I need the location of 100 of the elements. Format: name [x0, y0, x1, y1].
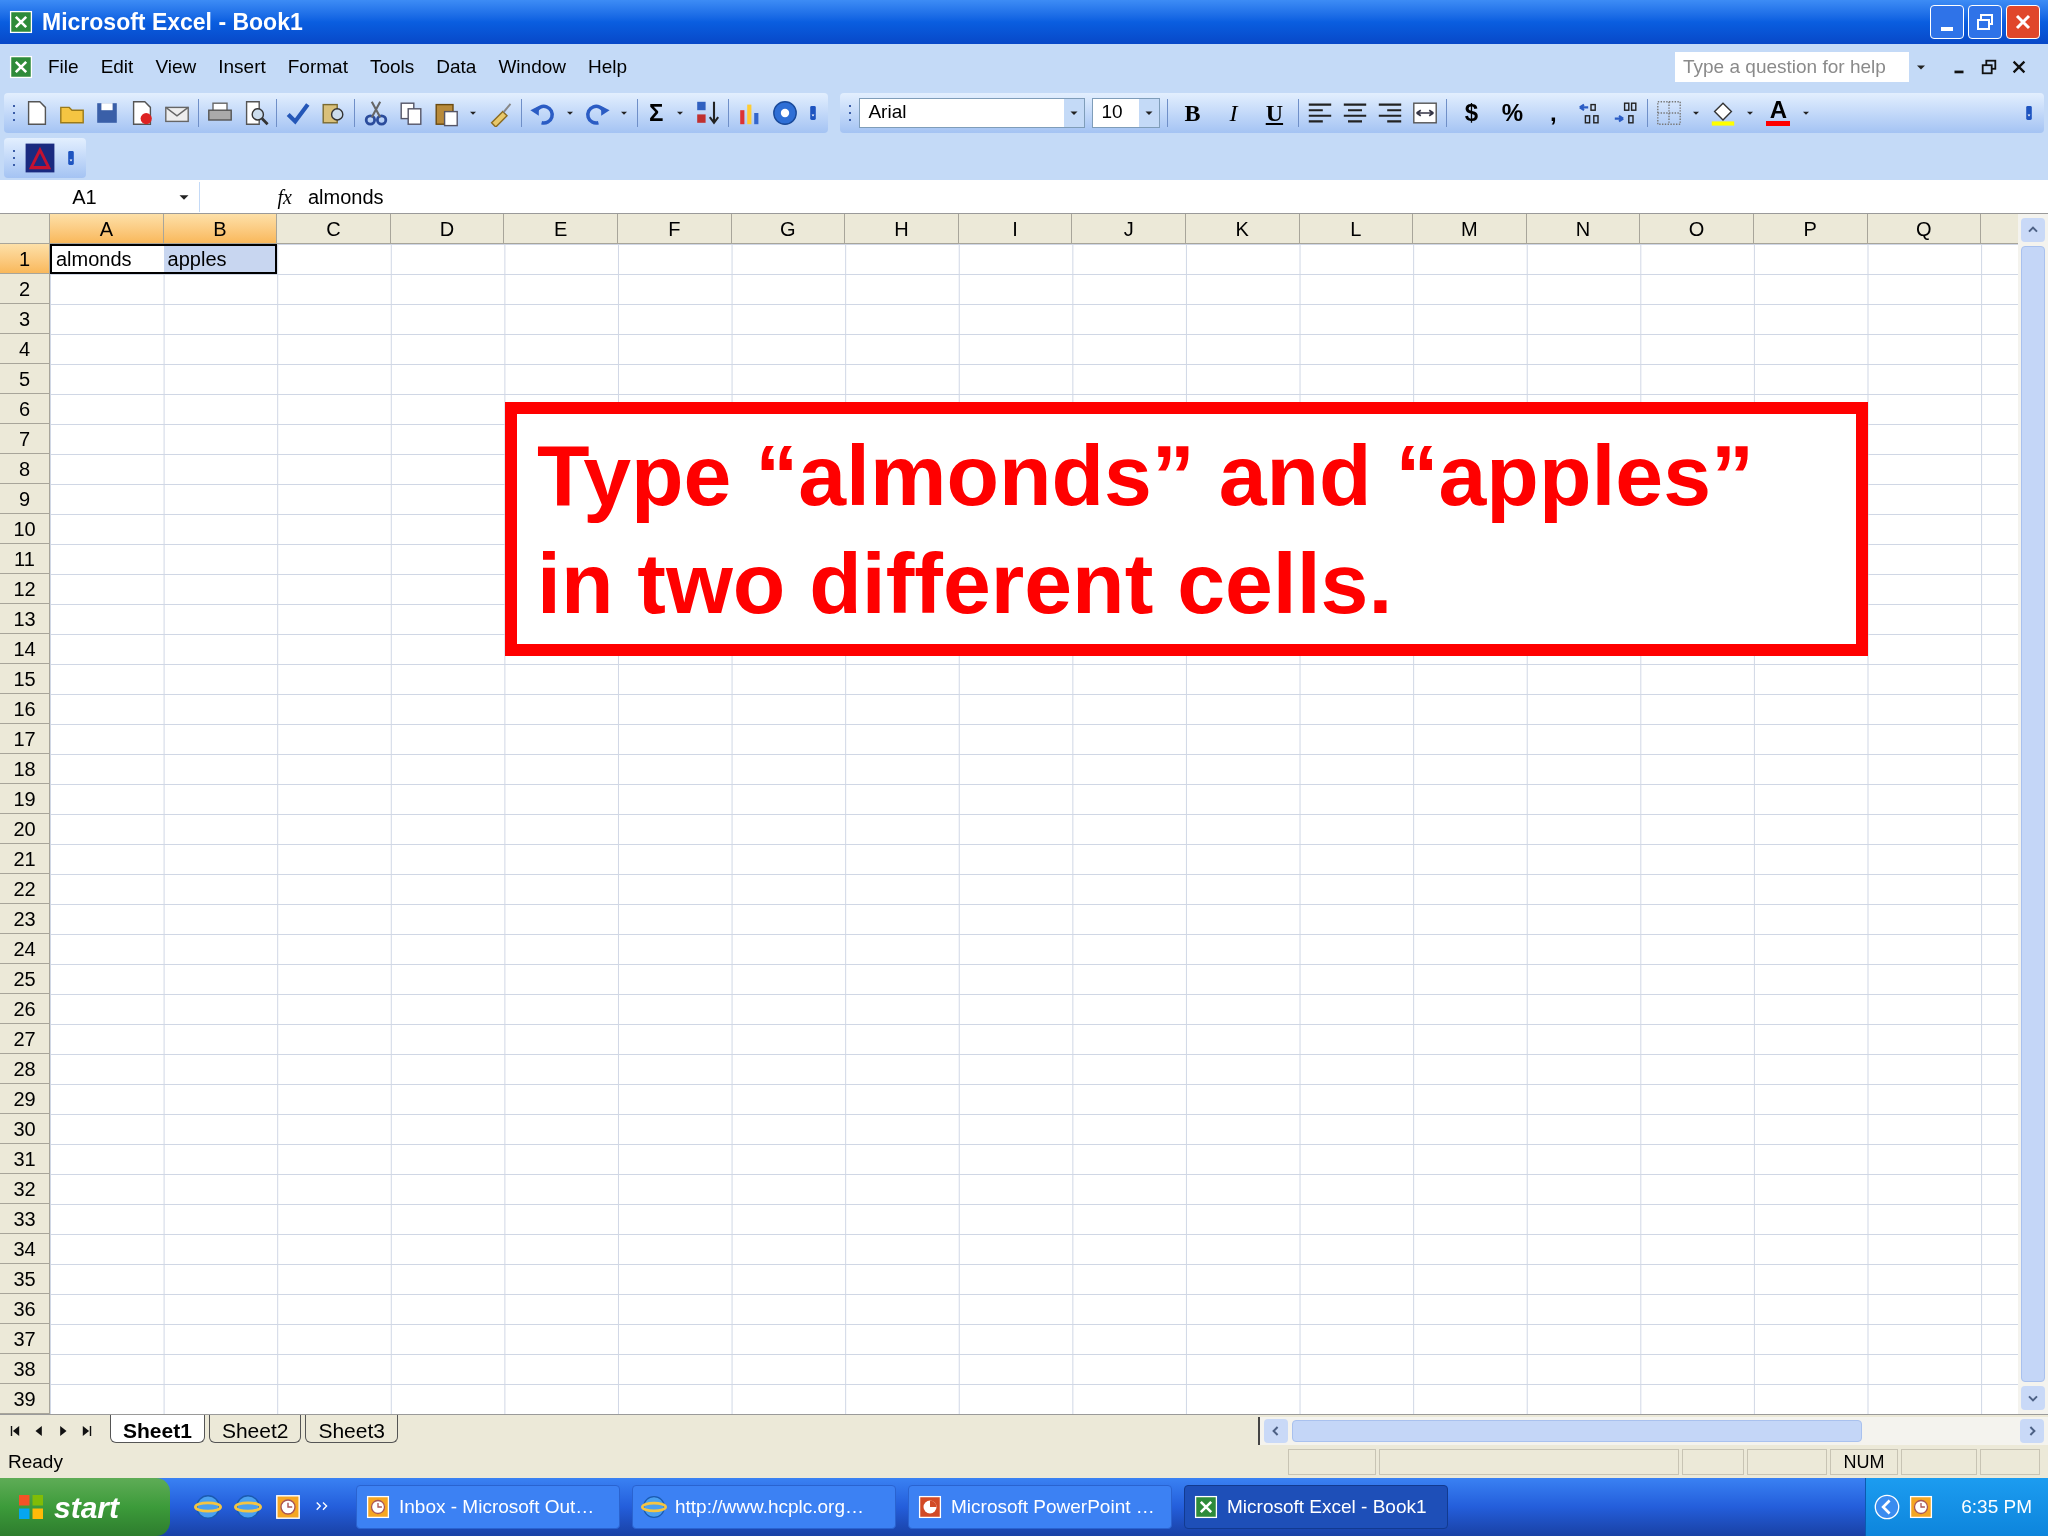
comma-button[interactable]: , [1536, 94, 1571, 131]
row-header[interactable]: 4 [0, 334, 50, 364]
row-header[interactable]: 33 [0, 1204, 50, 1234]
column-header[interactable]: N [1526, 214, 1641, 244]
menu-item[interactable]: Insert [208, 48, 276, 86]
row-header[interactable]: 7 [0, 424, 50, 454]
row-header[interactable]: 9 [0, 484, 50, 514]
name-box[interactable]: A1 [0, 181, 200, 212]
column-header[interactable]: J [1072, 214, 1186, 244]
row-header[interactable]: 22 [0, 874, 50, 904]
borders-icon[interactable] [1655, 98, 1684, 127]
column-header[interactable]: O [1640, 214, 1754, 244]
row-header[interactable]: 2 [0, 274, 50, 304]
scroll-thumb[interactable] [2021, 246, 2045, 1382]
percent-button[interactable]: % [1495, 94, 1530, 131]
start-button[interactable]: start [0, 1478, 170, 1536]
menu-item[interactable]: Edit [90, 48, 144, 86]
row-header[interactable]: 34 [0, 1234, 50, 1264]
column-header[interactable]: F [617, 214, 732, 244]
row-header[interactable]: 36 [0, 1294, 50, 1324]
row-header[interactable]: 18 [0, 754, 50, 784]
row-header[interactable]: 32 [0, 1174, 50, 1204]
menu-item[interactable]: File [38, 48, 89, 86]
autosum-button[interactable]: Σ [645, 94, 668, 131]
row-header[interactable]: 5 [0, 364, 50, 394]
row-header[interactable]: 16 [0, 694, 50, 724]
underline-button[interactable]: U [1257, 94, 1292, 131]
row-header[interactable]: 35 [0, 1264, 50, 1294]
taskbar-button[interactable]: http://www.hcplc.org… [632, 1485, 896, 1529]
taskbar-button[interactable]: Inbox - Microsoft Out… [356, 1485, 620, 1529]
row-header[interactable]: 30 [0, 1114, 50, 1144]
currency-button[interactable]: $ [1454, 94, 1489, 131]
row-header[interactable]: 31 [0, 1144, 50, 1174]
row-header[interactable]: 3 [0, 304, 50, 334]
menu-item[interactable]: Tools [359, 48, 425, 86]
first-sheet-icon[interactable] [8, 1423, 22, 1438]
row-header[interactable]: 19 [0, 784, 50, 814]
row-header[interactable]: 6 [0, 394, 50, 424]
minimize-button[interactable] [1930, 5, 1964, 39]
globe-icon[interactable] [194, 1493, 222, 1521]
row-header[interactable]: 11 [0, 544, 50, 574]
column-header[interactable]: Q [1867, 214, 1982, 244]
italic-button[interactable]: I [1216, 94, 1251, 131]
menu-item[interactable]: Help [578, 48, 638, 86]
column-header[interactable]: H [845, 214, 959, 244]
column-header[interactable]: L [1299, 214, 1414, 244]
globe-icon[interactable] [234, 1493, 262, 1521]
row-header[interactable]: 14 [0, 634, 50, 664]
sheet-tab[interactable]: Sheet3 [305, 1415, 398, 1443]
triangle-logo-icon[interactable] [24, 141, 56, 174]
font-size-dropdown[interactable]: 10 [1092, 97, 1161, 128]
scissors-icon[interactable] [362, 98, 390, 127]
help-search-field[interactable]: Type a question for help [1674, 51, 1934, 83]
column-header[interactable]: M [1413, 214, 1527, 244]
column-header[interactable]: C [277, 214, 391, 244]
taskbar-button[interactable]: Microsoft PowerPoint … [908, 1485, 1172, 1529]
row-header[interactable]: 29 [0, 1084, 50, 1114]
row-header[interactable]: 23 [0, 904, 50, 934]
row-header[interactable]: 24 [0, 934, 50, 964]
row-header[interactable]: 39 [0, 1384, 50, 1414]
table-cell[interactable]: almonds [50, 244, 164, 274]
function-label[interactable]: fx [277, 181, 292, 212]
column-header[interactable]: E [504, 214, 618, 244]
vertical-scrollbar[interactable] [2018, 214, 2048, 1414]
clock-icon[interactable] [1908, 1494, 1934, 1520]
row-header[interactable]: 17 [0, 724, 50, 754]
row-header[interactable]: 8 [0, 454, 50, 484]
row-header[interactable]: 20 [0, 814, 50, 844]
help-icon[interactable] [771, 98, 800, 127]
column-header[interactable]: K [1185, 214, 1300, 244]
font-color-button[interactable]: A [1763, 99, 1794, 126]
column-header[interactable]: G [731, 214, 846, 244]
column-header[interactable]: I [958, 214, 1073, 244]
chevron-left-icon[interactable] [1874, 1494, 1900, 1520]
row-header[interactable]: 37 [0, 1324, 50, 1354]
last-sheet-icon[interactable] [80, 1423, 94, 1438]
sheet-tab[interactable]: Sheet1 [110, 1415, 205, 1443]
row-header[interactable]: 1 [0, 244, 50, 274]
row-header[interactable]: 12 [0, 574, 50, 604]
row-header[interactable]: 27 [0, 1024, 50, 1054]
column-header[interactable]: A [50, 214, 164, 244]
column-header[interactable]: P [1753, 214, 1868, 244]
horizontal-scrollbar[interactable] [1258, 1416, 2048, 1445]
bold-button[interactable]: B [1175, 94, 1210, 131]
row-header[interactable]: 15 [0, 664, 50, 694]
table-cell[interactable]: apples [163, 244, 278, 274]
scroll-thumb[interactable] [1292, 1419, 1862, 1442]
row-header[interactable]: 10 [0, 514, 50, 544]
close-button[interactable] [2006, 5, 2040, 39]
font-dropdown[interactable]: Arial [859, 97, 1086, 128]
row-header[interactable]: 26 [0, 994, 50, 1024]
sheet-tab[interactable]: Sheet2 [208, 1415, 302, 1443]
close-icon[interactable] [2010, 58, 2028, 76]
row-header[interactable]: 25 [0, 964, 50, 994]
column-header[interactable]: D [390, 214, 505, 244]
spreadsheet-icon[interactable] [8, 54, 34, 80]
clock-icon[interactable] [274, 1493, 302, 1521]
menu-item[interactable]: Window [488, 48, 576, 86]
row-header[interactable]: 21 [0, 844, 50, 874]
row-header[interactable]: 28 [0, 1054, 50, 1084]
